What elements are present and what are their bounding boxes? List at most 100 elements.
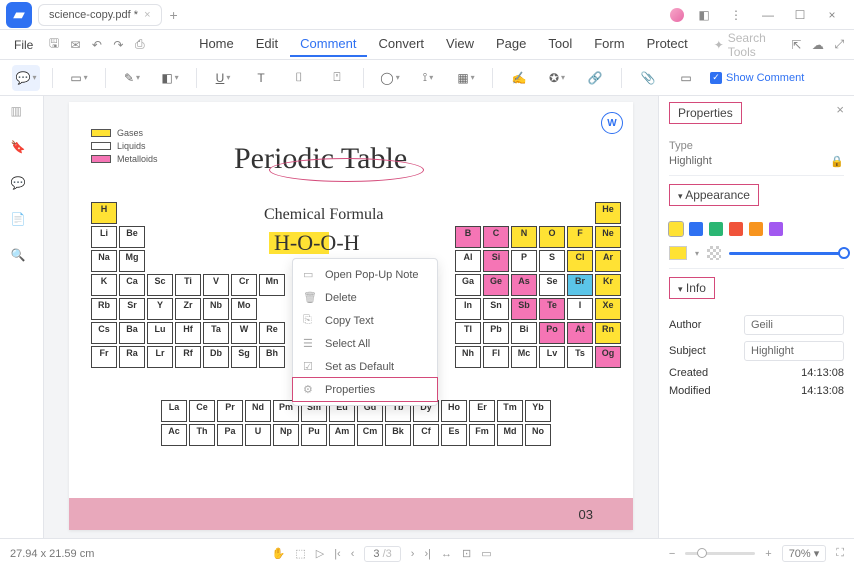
bookmarks-icon[interactable]: 🔖 (11, 140, 33, 162)
hand-tool-icon[interactable]: ✋ (272, 547, 286, 560)
callout-button[interactable]: ⍞ (323, 65, 351, 91)
maximize-button[interactable]: ☐ (784, 3, 816, 27)
more-icon[interactable]: ⋮ (720, 3, 752, 27)
zoom-value[interactable]: 70% ▾ (782, 545, 827, 562)
word-badge-icon[interactable]: W (601, 112, 623, 134)
prev-page-icon[interactable]: ‹ (351, 548, 355, 560)
element-Zr: Zr (175, 298, 201, 320)
print-dropdown[interactable] (153, 34, 170, 56)
swatch-0[interactable] (669, 222, 683, 236)
measure-button[interactable]: ⟟ (414, 65, 442, 91)
mail-icon[interactable]: ✉ (67, 34, 84, 56)
show-comment-toggle[interactable]: ✓ Show Comment (710, 72, 804, 84)
next-page-icon[interactable]: › (411, 548, 415, 560)
comments-icon[interactable]: 💬 (11, 176, 33, 198)
close-window-button[interactable]: × (816, 3, 848, 27)
link-button[interactable]: 🔗 (581, 65, 609, 91)
close-tab-icon[interactable]: × (144, 9, 150, 21)
fit-width-icon[interactable]: ↔ (441, 548, 452, 560)
element-B: B (455, 226, 481, 248)
element-Lu: Lu (147, 322, 173, 344)
note-button[interactable]: 💬 (12, 65, 40, 91)
select-tool-icon[interactable]: ⬚ (295, 547, 305, 560)
element-Al: Al (455, 250, 481, 272)
ctx-open-pop-up-note[interactable]: ▭Open Pop-Up Note (293, 263, 437, 286)
stamp2-button[interactable]: ✪ (543, 65, 571, 91)
close-panel-button[interactable]: × (836, 102, 844, 117)
search-icon[interactable]: 🔍 (11, 248, 33, 270)
underline-button[interactable]: U (209, 65, 237, 91)
menu-tool[interactable]: Tool (538, 32, 582, 57)
share-icon[interactable]: ⇱ (788, 34, 805, 56)
document-area[interactable]: W Gases Liquids Metalloids Periodic Tabl… (44, 96, 658, 538)
element-Mc: Mc (511, 346, 537, 368)
subject-field[interactable] (744, 341, 844, 361)
menu-file[interactable]: File (6, 34, 41, 56)
save-icon[interactable]: 🖫 (45, 34, 62, 56)
ctx-properties[interactable]: ⚙Properties (292, 377, 438, 402)
print-icon[interactable]: ⎙ (131, 34, 148, 56)
pencil-button[interactable]: ✎ (118, 65, 146, 91)
eraser-button[interactable]: ◧ (156, 65, 184, 91)
attach-button[interactable]: 📎 (634, 65, 662, 91)
undo-icon[interactable]: ↶ (88, 34, 105, 56)
user-avatar[interactable] (670, 8, 684, 22)
attachments-icon[interactable]: 📄 (11, 212, 33, 234)
signature-button[interactable]: ✍ (505, 65, 533, 91)
fullscreen-icon[interactable]: ⛶ (836, 547, 844, 560)
cloud-icon[interactable]: ☁ (809, 34, 826, 56)
cursor-icon[interactable]: ▷ (316, 547, 324, 560)
page-input[interactable]: 3 /3 (364, 546, 400, 562)
ctx-set-as-default[interactable]: ☑Set as Default (293, 355, 437, 378)
element-Ga: Ga (455, 274, 481, 296)
opacity-slider[interactable] (729, 252, 844, 255)
zoom-out-icon[interactable]: − (669, 548, 675, 560)
element-Ba: Ba (119, 322, 145, 344)
reading-mode-icon[interactable]: ▭ (481, 547, 491, 560)
menu-page[interactable]: Page (486, 32, 536, 57)
menu-protect[interactable]: Protect (637, 32, 698, 57)
swatch-4[interactable] (749, 222, 763, 236)
thumbnails-icon[interactable]: ▥ (11, 104, 33, 126)
fit-page-icon[interactable]: ⊡ (462, 547, 471, 560)
minimize-button[interactable]: — (752, 3, 784, 27)
ctx-delete[interactable]: 🗑Delete (293, 286, 437, 309)
ctx-copy-text[interactable]: ⎘Copy Text (293, 309, 437, 332)
last-page-icon[interactable]: ›| (424, 548, 431, 560)
menu-comment[interactable]: Comment (290, 32, 366, 57)
menu-convert[interactable]: Convert (369, 32, 435, 57)
notification-icon[interactable]: ◧ (688, 3, 720, 27)
swatch-2[interactable] (709, 222, 723, 236)
lock-icon[interactable]: 🔒 (830, 155, 844, 168)
textbox-button[interactable]: ⌷ (285, 65, 313, 91)
stamp-button[interactable]: ▦ (452, 65, 480, 91)
fill-preview[interactable] (669, 246, 687, 260)
element-Ge: Ge (483, 274, 509, 296)
ctx-select-all[interactable]: ☰Select All (293, 332, 437, 355)
redo-icon[interactable]: ↷ (110, 34, 127, 56)
element-C: C (483, 226, 509, 248)
element-Rf: Rf (175, 346, 201, 368)
swatch-5[interactable] (769, 222, 783, 236)
expand-icon[interactable]: ⤢ (831, 34, 848, 56)
shape-button[interactable]: ◯ (376, 65, 404, 91)
highlight-button[interactable]: ▭ (65, 65, 93, 91)
first-page-icon[interactable]: |‹ (334, 548, 341, 560)
swatch-3[interactable] (729, 222, 743, 236)
author-field[interactable] (744, 315, 844, 335)
menu-form[interactable]: Form (584, 32, 634, 57)
text-button[interactable]: T (247, 65, 275, 91)
title-annotation[interactable] (269, 158, 424, 182)
menu-home[interactable]: Home (189, 32, 244, 57)
element-At: At (567, 322, 593, 344)
hide-button[interactable]: ▭ (672, 65, 700, 91)
document-tab[interactable]: science-copy.pdf * × (38, 4, 162, 26)
zoom-in-icon[interactable]: + (765, 548, 771, 560)
menu-view[interactable]: View (436, 32, 484, 57)
transparency-icon[interactable] (707, 246, 721, 260)
search-tools[interactable]: ✦ Search Tools (714, 31, 780, 59)
menu-edit[interactable]: Edit (246, 32, 288, 57)
swatch-1[interactable] (689, 222, 703, 236)
zoom-slider[interactable] (685, 552, 755, 555)
add-tab-button[interactable]: + (170, 7, 178, 23)
